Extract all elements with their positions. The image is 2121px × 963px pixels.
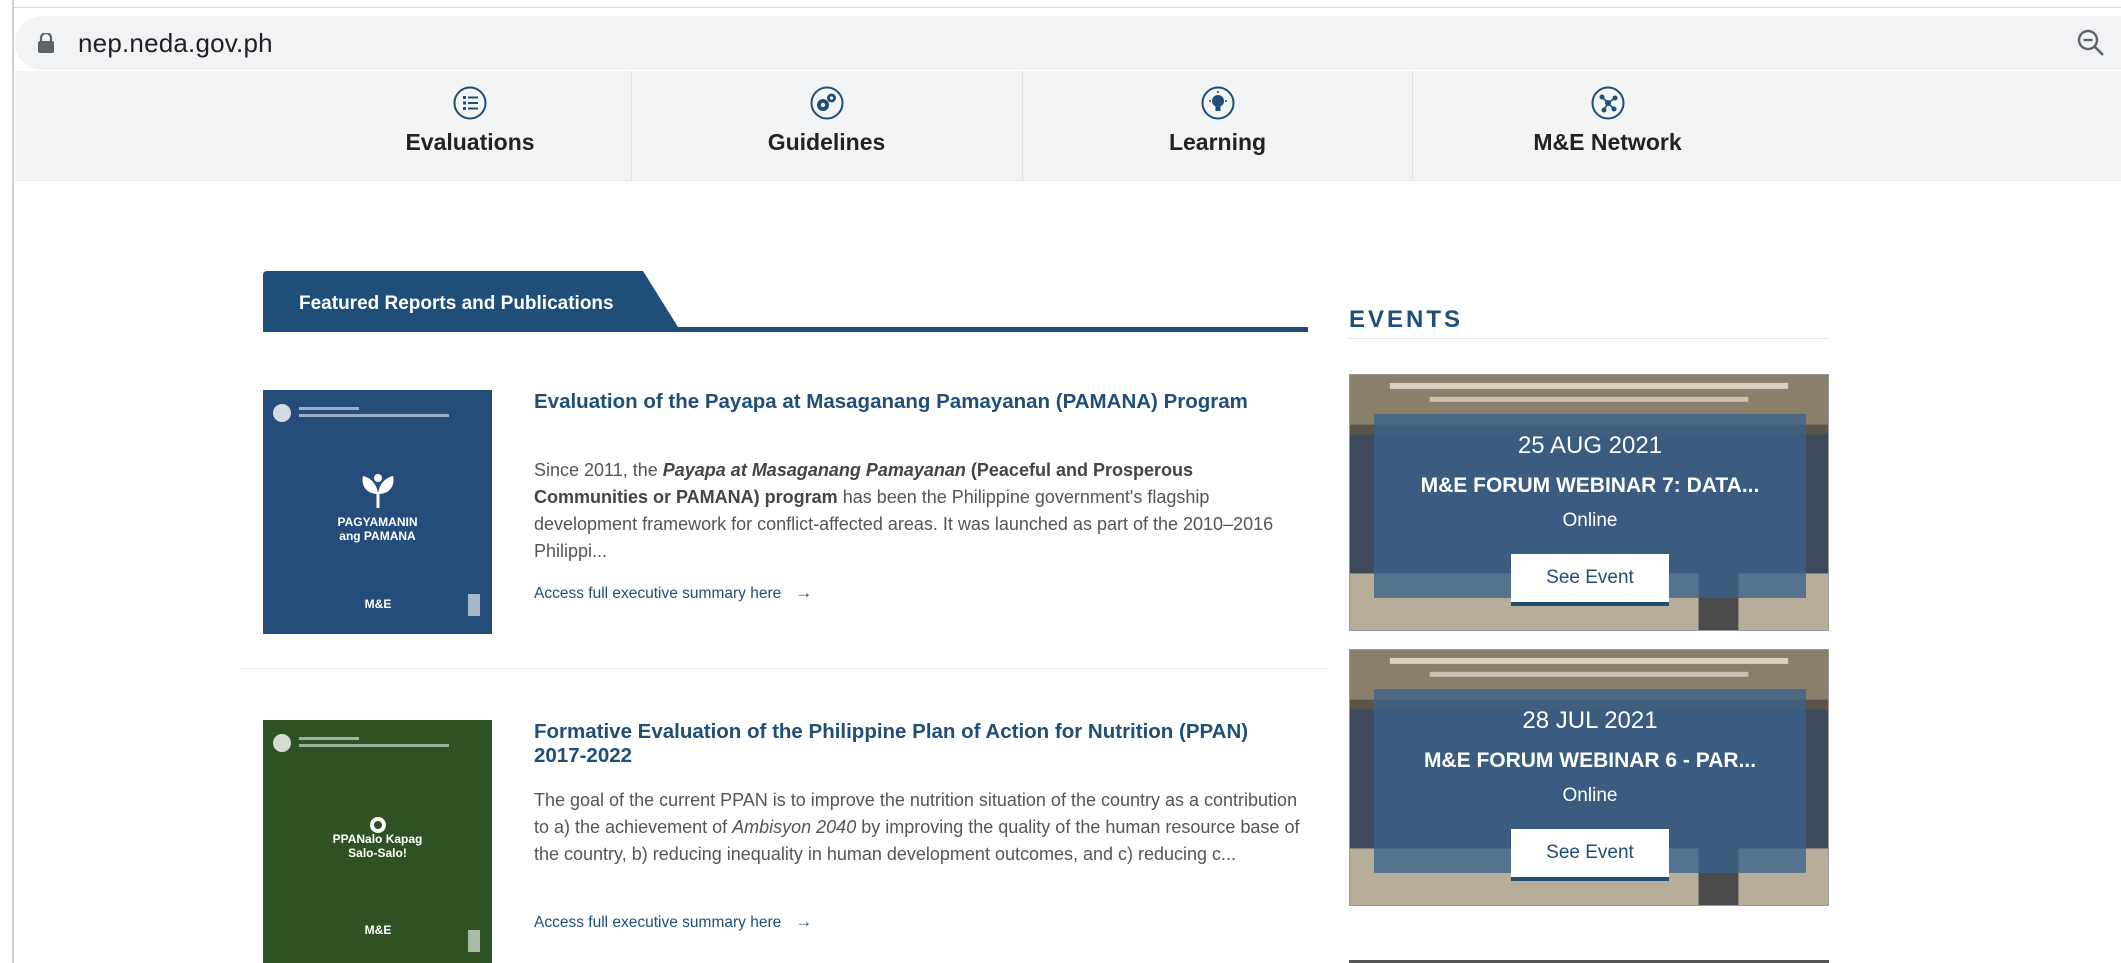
nav-label: Learning <box>1168 129 1267 155</box>
see-event-button[interactable]: See Event <box>1511 554 1669 606</box>
report-item: PPANalo Kapag Salo-Salo! M&E Formative E… <box>263 720 1303 963</box>
report-divider <box>241 668 1329 669</box>
cover-emblem-icon <box>362 474 394 508</box>
report-cover-image[interactable]: PPANalo Kapag Salo-Salo! M&E <box>263 720 492 963</box>
report-summary: The goal of the current PPAN is to impro… <box>534 790 1300 864</box>
cover-me-mark: M&E <box>364 597 392 611</box>
see-event-button[interactable]: See Event <box>1511 829 1669 881</box>
nav-item-evaluations[interactable]: Evaluations <box>275 71 665 181</box>
event-location: Online <box>1562 510 1618 531</box>
nav-label: M&E Network <box>1533 129 1682 155</box>
event-card[interactable]: 28 JUL 2021 M&E FORUM WEBINAR 6 - PAR...… <box>1349 649 1829 906</box>
lightbulb-icon <box>1201 86 1234 120</box>
executive-summary-link[interactable]: Access full executive summary here → <box>534 912 812 932</box>
cover-header <box>273 734 483 752</box>
report-title[interactable]: Formative Evaluation of the Philippine P… <box>534 720 1294 768</box>
event-title: M&E FORUM WEBINAR 6 - PAR... <box>1423 749 1757 772</box>
lock-icon[interactable] <box>37 33 55 53</box>
events-heading: EVENTS <box>1349 306 1464 333</box>
main-nav: Evaluations Guidelines Learning M&E Netw… <box>15 71 2121 181</box>
list-icon <box>453 86 487 120</box>
nav-end <box>1802 71 1803 181</box>
report-cover-image[interactable]: PAGYAMANIN ang PAMANA M&E <box>263 390 492 634</box>
cover-partner-logo <box>468 594 480 616</box>
cover-me-mark: M&E <box>364 923 392 937</box>
event-location: Online <box>1562 785 1618 806</box>
address-bar[interactable]: nep.neda.gov.ph <box>15 16 2121 70</box>
cover-partner-logo <box>468 930 480 952</box>
window-left-border <box>0 0 14 963</box>
zoom-out-icon[interactable] <box>2075 27 2107 59</box>
nav-label: Guidelines <box>767 129 886 155</box>
event-card[interactable]: 25 AUG 2021 M&E FORUM WEBINAR 7: DATA...… <box>1349 374 1829 631</box>
tab-featured-reports[interactable]: Featured Reports and Publications <box>263 271 678 327</box>
url-text[interactable]: nep.neda.gov.ph <box>78 28 273 59</box>
arrow-right-icon: → <box>795 912 813 931</box>
nav-item-learning[interactable]: Learning <box>1022 71 1412 181</box>
events-divider <box>1349 338 1829 339</box>
gears-icon <box>810 86 843 120</box>
arrow-right-icon: → <box>795 583 813 602</box>
nav-item-guidelines[interactable]: Guidelines <box>631 71 1021 181</box>
event-title: M&E FORUM WEBINAR 7: DATA... <box>1420 474 1760 497</box>
nav-label: Evaluations <box>405 129 535 155</box>
event-date: 28 JUL 2021 <box>1522 707 1658 734</box>
report-item: PAGYAMANIN ang PAMANA M&E Evaluation of … <box>263 390 1303 640</box>
event-overlay: 25 AUG 2021 M&E FORUM WEBINAR 7: DATA...… <box>1374 414 1806 606</box>
network-icon <box>1591 86 1624 120</box>
window-top-border <box>0 0 2121 8</box>
report-summary: Since 2011, the Payapa at Masaganang Pam… <box>534 460 1274 561</box>
cover-title: PPANalo Kapag Salo-Salo! <box>332 832 423 860</box>
executive-summary-link[interactable]: Access full executive summary here → <box>534 583 812 603</box>
cover-header <box>273 404 483 422</box>
featured-tab-bar: Featured Reports and Publications <box>263 271 1308 332</box>
event-date: 25 AUG 2021 <box>1517 432 1663 459</box>
report-title[interactable]: Evaluation of the Payapa at Masaganang P… <box>534 390 1294 414</box>
event-overlay: 28 JUL 2021 M&E FORUM WEBINAR 6 - PAR...… <box>1374 689 1806 881</box>
cover-title: PAGYAMANIN ang PAMANA <box>337 515 418 543</box>
nav-item-me-network[interactable]: M&E Network <box>1412 71 1802 181</box>
